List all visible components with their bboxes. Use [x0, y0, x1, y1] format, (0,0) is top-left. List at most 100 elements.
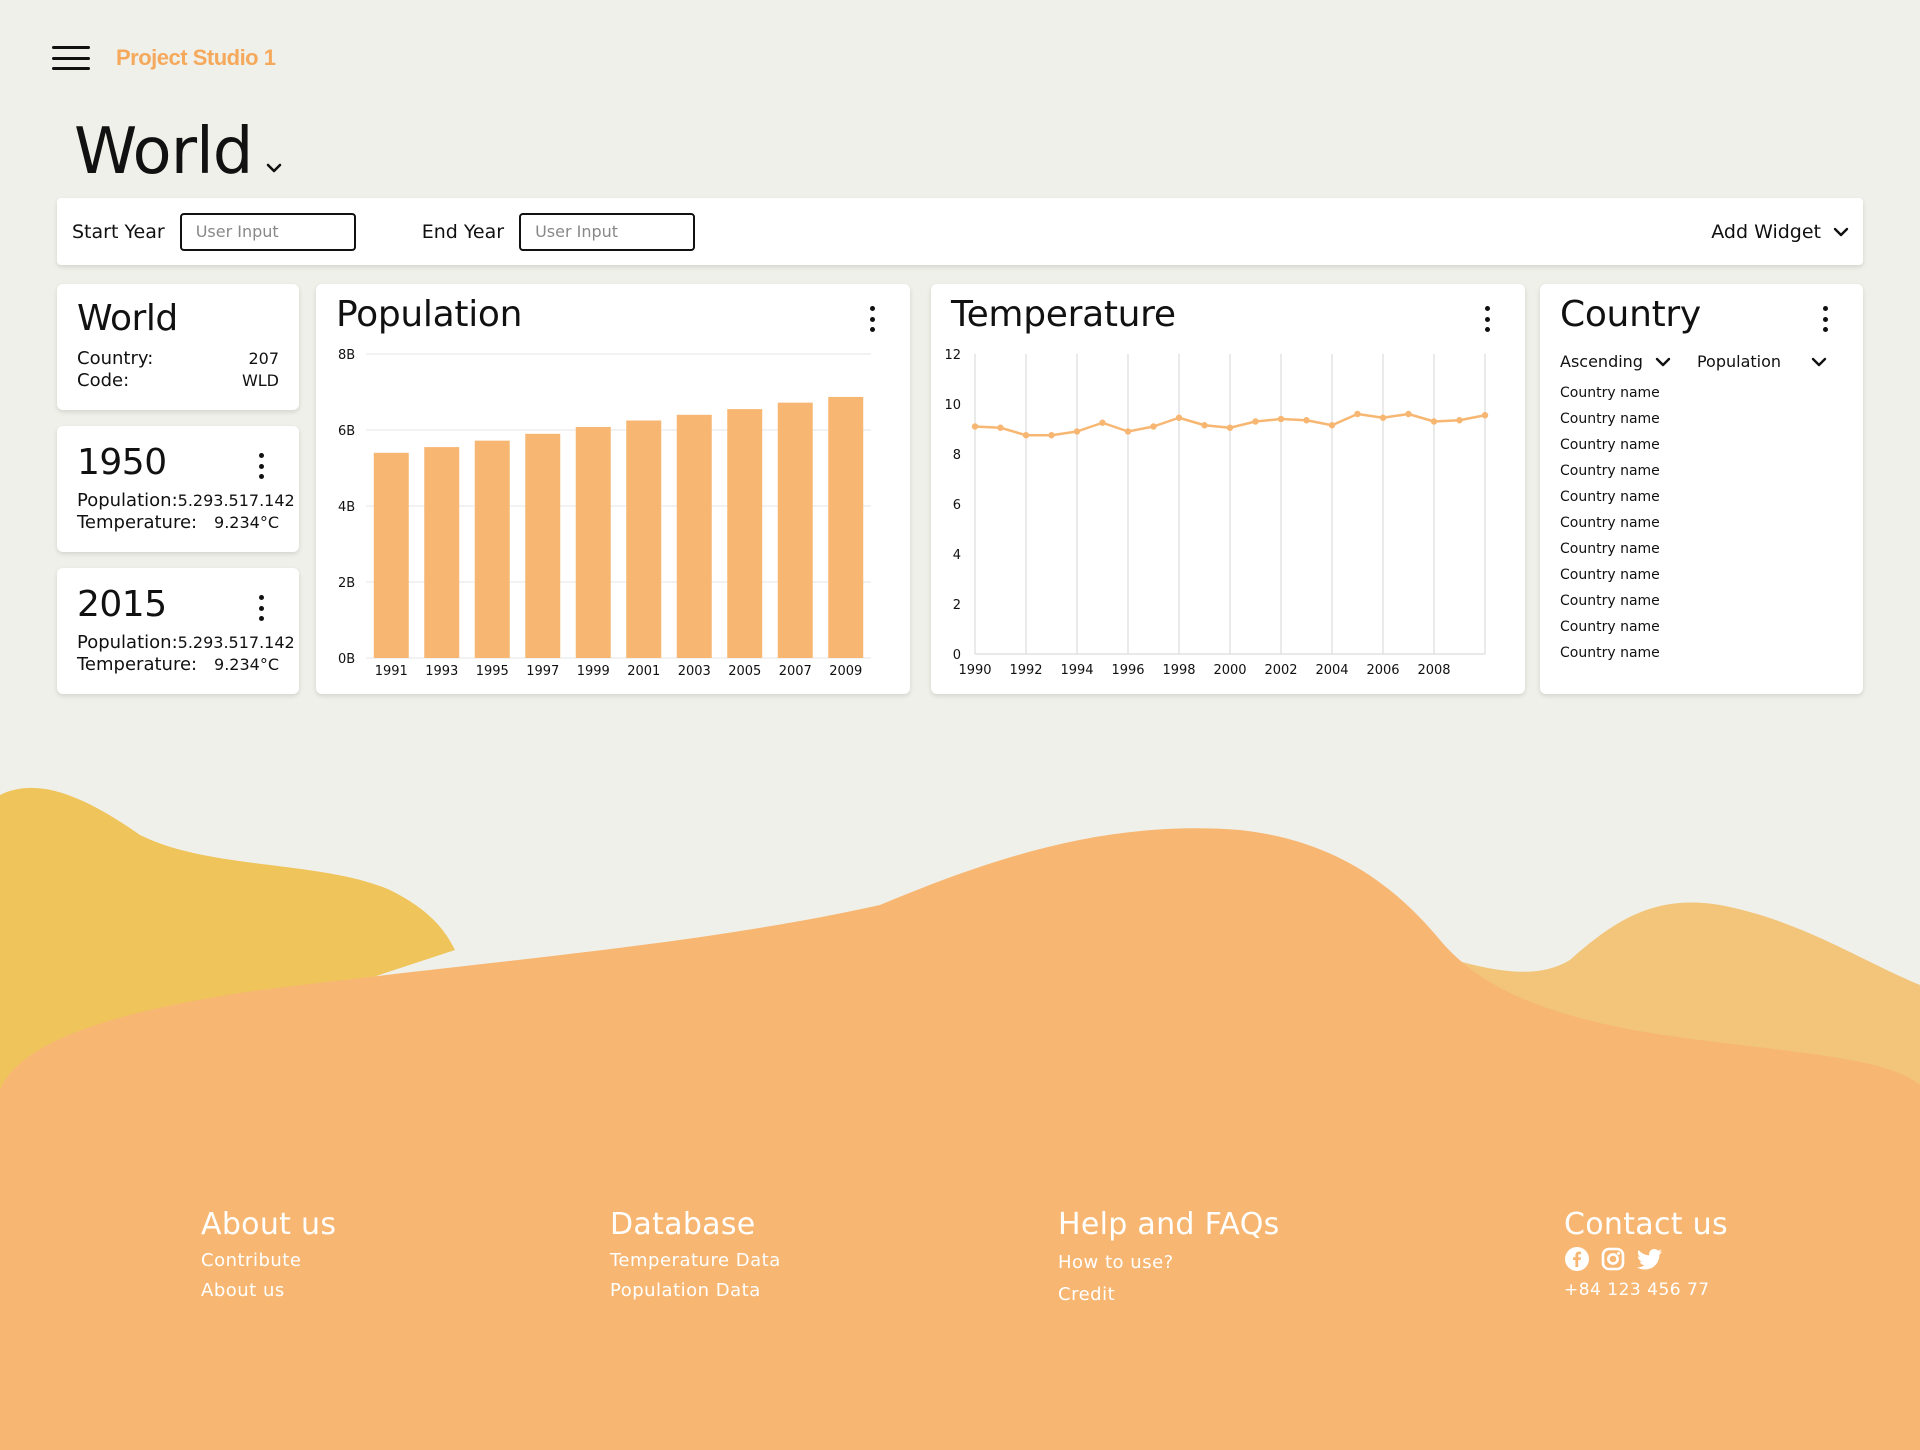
footer-about: About us Contribute About us	[201, 1207, 336, 1306]
facebook-icon[interactable]	[1564, 1246, 1592, 1274]
bar	[828, 396, 864, 658]
footer-heading: About us	[201, 1207, 337, 1242]
hamburger-icon[interactable]	[52, 46, 90, 70]
code-value: WLD	[241, 371, 279, 390]
x-tick-label: 1999	[577, 664, 610, 679]
footer-help: Help and FAQs How to use? Credit	[1058, 1207, 1280, 1310]
start-year-label: Start Year	[72, 220, 165, 243]
data-point	[1430, 418, 1438, 425]
x-tick-label: 1994	[1060, 663, 1093, 678]
social-links	[1564, 1246, 1728, 1274]
data-point	[1175, 414, 1183, 421]
list-item[interactable]: Country name	[1560, 536, 1660, 562]
x-tick-label: 2008	[1417, 663, 1450, 678]
chevron-down-icon	[1811, 357, 1827, 366]
x-tick-label: 2006	[1366, 663, 1399, 678]
start-year-input[interactable]	[179, 212, 356, 251]
year-card-title: 1950	[77, 442, 167, 483]
data-point	[1328, 422, 1336, 429]
footer-heading: Database	[610, 1207, 756, 1242]
data-point	[1354, 410, 1361, 418]
list-item[interactable]: Country name	[1560, 458, 1660, 484]
twitter-icon[interactable]	[1636, 1246, 1664, 1274]
more-options-icon[interactable]	[1821, 306, 1829, 332]
bar	[626, 420, 662, 658]
country-count-value: 207	[248, 349, 279, 368]
footer-contact: Contact us +84 123 456 77	[1564, 1207, 1728, 1300]
footer-heading: Help and FAQs	[1058, 1207, 1280, 1242]
footer-link-temperature-data[interactable]: Temperature Data	[610, 1246, 781, 1276]
temperature-line-chart: 1990 1992 1994 1996 1998 2000 2002 2004 2006 2008…	[944, 348, 1489, 678]
contact-phone: +84 123 456 77	[1564, 1280, 1710, 1300]
page-title-selector[interactable]: World	[74, 120, 284, 184]
list-item[interactable]: Country name	[1560, 640, 1660, 666]
bar	[525, 433, 561, 658]
x-tick-label: 2000	[1213, 663, 1246, 678]
y-tick-label: 10	[944, 398, 961, 413]
temperature-row: Temperature: 9.234°C	[77, 654, 279, 676]
footer-link-contribute[interactable]: Contribute	[201, 1246, 336, 1276]
country-widget: Country Ascending Population Country nam…	[1540, 284, 1863, 694]
sort-field-label: Population	[1696, 352, 1782, 371]
data-point	[971, 423, 979, 430]
data-point	[1379, 414, 1387, 421]
sort-order-dropdown[interactable]: Ascending	[1560, 352, 1671, 371]
population-label: Population:	[77, 490, 178, 511]
y-tick-label: 2	[953, 598, 961, 613]
x-tick-label: 1995	[476, 664, 509, 679]
list-item[interactable]: Country name	[1560, 406, 1660, 432]
data-point	[1303, 417, 1310, 424]
y-tick-label: 12	[944, 348, 961, 363]
add-widget-button[interactable]: Add Widget	[1711, 198, 1849, 265]
sort-order-label: Ascending	[1560, 352, 1643, 371]
list-item[interactable]: Country name	[1560, 614, 1660, 640]
footer-link-population-data[interactable]: Population Data	[610, 1276, 781, 1306]
y-tick-label: 6	[953, 498, 961, 513]
x-tick-label: 1998	[1162, 663, 1195, 678]
brand-logo[interactable]: Project Studio 1	[116, 45, 276, 71]
end-year-label: End Year	[421, 220, 505, 243]
list-item[interactable]: Country name	[1560, 432, 1660, 458]
sort-field-dropdown[interactable]: Population	[1697, 352, 1827, 371]
data-point	[1124, 428, 1132, 435]
footer-link-about[interactable]: About us	[201, 1276, 336, 1306]
data-point	[1481, 412, 1489, 419]
list-item[interactable]: Country name	[1560, 588, 1660, 614]
data-point	[1226, 424, 1234, 431]
footer-link-credit[interactable]: Credit	[1058, 1280, 1280, 1310]
y-tick-label: 4B	[338, 500, 355, 515]
temperature-label: Temperature:	[77, 512, 198, 533]
footer-link-how-to-use[interactable]: How to use?	[1058, 1246, 1280, 1280]
data-point	[1277, 415, 1285, 423]
x-tick-label: 2004	[1315, 663, 1348, 678]
x-tick-label: 1990	[958, 663, 991, 678]
bar	[575, 426, 611, 658]
population-value: 5.293.517.142	[177, 633, 295, 652]
list-item[interactable]: Country name	[1560, 510, 1660, 536]
data-point	[1252, 418, 1259, 425]
code-label: Code:	[77, 370, 130, 391]
x-tick-label: 1992	[1009, 663, 1042, 678]
list-item[interactable]: Country name	[1560, 484, 1660, 510]
temperature-widget: Temperature 1990 1992 1994 1996 1998 2000 2002…	[931, 284, 1525, 694]
bar	[424, 447, 460, 658]
temperature-label: Temperature:	[77, 654, 198, 675]
temperature-value: 9.234°C	[214, 513, 279, 532]
year-card: 1950 Population: 5.293.517.142 Temperatu…	[57, 426, 299, 552]
data-point	[1150, 423, 1157, 430]
y-tick-label: 4	[953, 548, 961, 563]
list-item[interactable]: Country name	[1560, 562, 1660, 588]
end-year-input[interactable]	[519, 212, 696, 251]
y-tick-label: 0B	[338, 652, 355, 667]
list-item[interactable]: Country name	[1560, 380, 1660, 406]
code-row: Code: WLD	[77, 370, 279, 392]
bar	[676, 414, 712, 658]
chevron-down-icon[interactable]	[264, 158, 284, 178]
x-tick-label: 2002	[1264, 663, 1297, 678]
x-tick-label: 1991	[375, 664, 408, 679]
more-options-icon[interactable]	[257, 453, 265, 479]
instagram-icon[interactable]	[1600, 1246, 1628, 1274]
y-tick-label: 2B	[338, 576, 355, 591]
x-tick-label: 2009	[829, 664, 862, 679]
more-options-icon[interactable]	[257, 595, 265, 621]
